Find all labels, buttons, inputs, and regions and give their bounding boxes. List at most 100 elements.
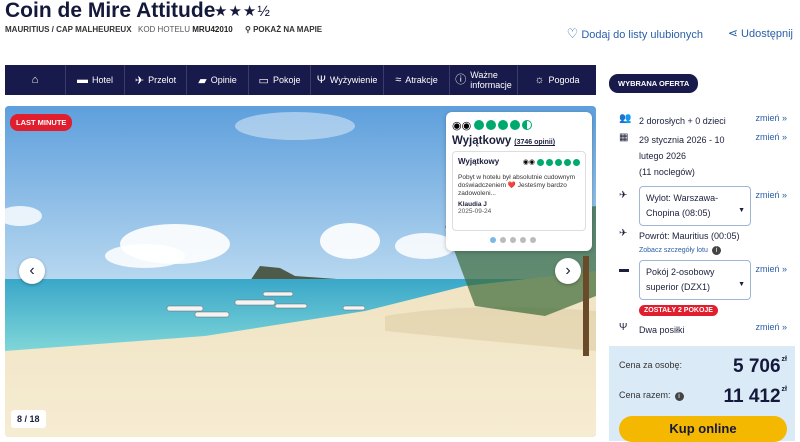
currency: zł	[781, 356, 787, 363]
nights-text: (11 noclegów)	[639, 167, 695, 177]
gallery-prev-button[interactable]: ‹	[19, 258, 45, 284]
pager-dot[interactable]	[530, 237, 536, 243]
nav-hotel[interactable]: ▬ Hotel	[66, 65, 125, 95]
nav-reviews[interactable]: ▰ Opinie	[187, 65, 249, 95]
plane-icon: ✈	[134, 74, 145, 87]
ta-bubble	[498, 120, 509, 130]
offer-title: WYBRANA OFERTA	[609, 74, 699, 93]
review-bubble	[564, 158, 571, 166]
price-total: 11 412zł	[723, 386, 787, 408]
change-guests-link[interactable]: zmień »	[755, 113, 787, 123]
review-bubble	[573, 158, 580, 166]
room-select[interactable]: Pokój 2-osobowy superior (DZX1) ▼	[639, 260, 751, 300]
ta-bubble-half	[522, 120, 533, 130]
pager-dot[interactable]	[510, 237, 516, 243]
last-minute-badge: LAST MINUTE	[10, 114, 73, 131]
nav-important-info-label: Ważne informacje	[470, 70, 512, 90]
chevron-left-icon: ‹	[29, 262, 35, 279]
chevron-right-icon: ›	[565, 262, 571, 279]
review-pager	[490, 237, 536, 243]
departure-select[interactable]: Wylot: Warszawa- Chopina (08:05) ▼	[639, 186, 751, 226]
nav-flight[interactable]: ✈ Przelot	[125, 65, 187, 95]
share-icon: ⋖	[727, 26, 738, 40]
info-icon[interactable]: i	[674, 392, 684, 401]
tripadvisor-owl-icon: ◉◉	[522, 159, 535, 166]
change-room-link[interactable]: zmień »	[755, 264, 787, 274]
hotel-location: MAURITIUS / CAP MALHEUREUX	[5, 25, 132, 34]
nav-weather-label: Pogoda	[548, 75, 580, 85]
share-label: Udostępnij	[741, 28, 793, 40]
review-bubble	[546, 158, 553, 166]
nav-attractions-label: Atrakcje	[405, 75, 438, 85]
plane-return-icon: ✈	[619, 228, 628, 239]
hotel-nav-bar: ⌂ ▬ Hotel ✈ Przelot ▰ Opinie ▭ Pokoje Ψ Wyżyw…	[5, 65, 596, 95]
info-icon: ⓘ	[455, 74, 467, 86]
room-icon: ▭	[258, 74, 269, 87]
bed-icon: ▬	[76, 74, 88, 86]
review-author: Klaudia J	[458, 201, 487, 208]
board-text: Dwa posiłki	[639, 325, 685, 335]
departure-line-1: Wylot: Warszawa-	[646, 193, 719, 203]
price-total-label-wrap: Cena razem: i	[619, 390, 684, 401]
hotel-stars: ★★★½	[214, 3, 271, 20]
pager-dot[interactable]	[490, 237, 496, 243]
price-total-value: 11 412	[723, 386, 781, 407]
review-bubble	[555, 158, 562, 166]
change-dates-link[interactable]: zmień »	[755, 132, 787, 142]
offer-panel: WYBRANA OFERTA 👥 2 dorosłych + 0 dzieci …	[609, 66, 795, 346]
room-line-1: Pokój 2-osobowy	[646, 267, 715, 277]
nav-flight-label: Przelot	[148, 75, 177, 85]
change-departure-link[interactable]: zmień »	[755, 190, 787, 200]
show-map-label: POKAŻ NA MAPIE	[253, 25, 323, 34]
dates-line-1: 29 stycznia 2026 - 10	[639, 135, 725, 145]
hotel-meta: MAURITIUS / CAP MALHEUREUX KOD HOTELU MR…	[5, 25, 505, 37]
ta-reviews-count-link[interactable]: (3746 opinii)	[514, 139, 555, 146]
nav-attractions[interactable]: ≈ Atrakcje	[384, 65, 450, 95]
cutlery-icon: Ψ	[619, 322, 628, 333]
ta-bubble	[486, 120, 497, 130]
tripadvisor-card[interactable]: ◉◉ Wyjątkowy(3746 opinii) Wyjątkowy ◉◉	[446, 112, 592, 251]
nav-board[interactable]: Ψ Wyżywienie	[311, 65, 384, 95]
swim-icon: ≈	[395, 74, 402, 86]
ta-rating: Wyjątkowy (3746 opinii)	[452, 135, 586, 147]
ta-rating-label: Wyjątkowy	[452, 135, 512, 147]
photo-gallery[interactable]: LAST MINUTE ‹ › 8 / 18 ◉◉ Wyjątkowy (3746…	[5, 106, 596, 437]
price-total-label: Cena razem:	[619, 390, 671, 400]
price-per-person-label: Cena za osobę:	[619, 360, 683, 370]
flight-details-label: Zobacz szczegóły lotu	[639, 247, 708, 254]
heart-icon: ♡	[566, 26, 579, 41]
nav-home[interactable]: ⌂	[5, 65, 66, 95]
nav-rooms[interactable]: ▭ Pokoje	[249, 65, 311, 95]
flight-details-link[interactable]: Zobacz szczegóły lotu i	[639, 246, 721, 255]
share-button[interactable]: ⋖ Udostępnij	[728, 26, 793, 40]
calendar-icon: ▦	[619, 132, 629, 143]
hotel-name: Coin de Mire Attitude	[5, 0, 216, 22]
title-row: Coin de Mire Attitude ★★★½	[5, 0, 795, 22]
pager-dot[interactable]	[520, 237, 526, 243]
people-icon: 👥	[619, 113, 632, 124]
currency: zł	[781, 386, 787, 393]
favorites-label: Dodaj do listy ulubionych	[581, 29, 703, 41]
nav-important-info[interactable]: ⓘ Ważne informacje	[450, 65, 518, 95]
buy-online-button[interactable]: Kup online	[619, 416, 787, 442]
cutlery-icon: Ψ	[316, 74, 326, 86]
sun-icon: ☼	[534, 74, 545, 86]
ta-bubble	[510, 120, 521, 130]
nav-weather[interactable]: ☼ Pogoda	[518, 65, 596, 95]
gallery-counter: 8 / 18	[11, 410, 46, 428]
departure-line-2: Chopina (08:05)	[646, 208, 711, 218]
room-line-2: superior (DZX1)	[646, 282, 711, 292]
pin-icon: ⚲	[245, 25, 251, 34]
info-icon: i	[711, 246, 721, 255]
change-board-link[interactable]: zmień »	[755, 322, 787, 332]
return-text: Powrót: Mauritius (00:05)	[639, 231, 740, 241]
caret-down-icon: ▼	[738, 281, 745, 288]
hotel-code-label: KOD HOTELU	[138, 25, 191, 34]
pager-dot[interactable]	[500, 237, 506, 243]
rooms-left-badge: ZOSTAŁY 2 POKOJE	[639, 305, 718, 316]
home-icon: ⌂	[31, 74, 39, 86]
gallery-next-button[interactable]: ›	[555, 258, 581, 284]
show-map-link[interactable]: ⚲ POKAŻ NA MAPIE	[245, 25, 322, 34]
add-to-favorites-button[interactable]: ♡ Dodaj do listy ulubionych	[567, 26, 703, 42]
nav-board-label: Wyżywienie	[329, 75, 378, 85]
